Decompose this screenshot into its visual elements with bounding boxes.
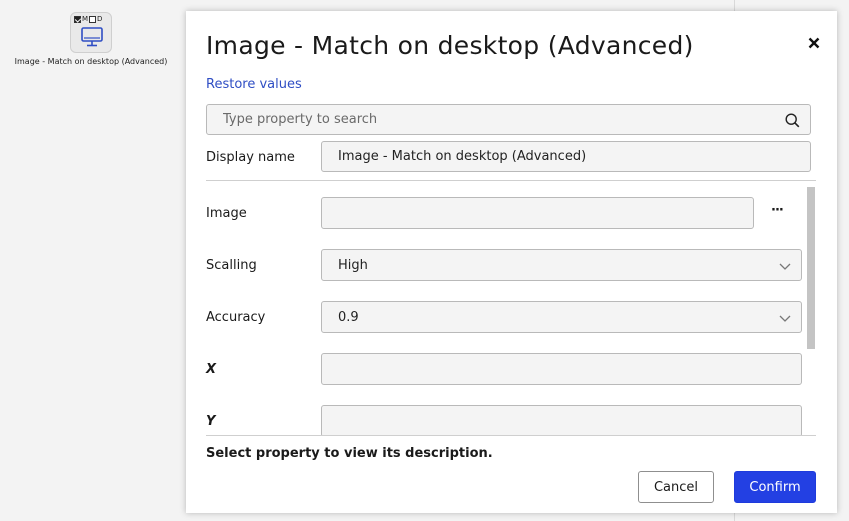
enabled-checkbox[interactable]: [74, 15, 81, 23]
flag-m-label: M: [82, 15, 89, 23]
display-name-field[interactable]: Image - Match on desktop (Advanced): [321, 141, 811, 172]
x-label: X: [206, 362, 217, 377]
node-flags: M D: [74, 15, 102, 23]
browse-image-button[interactable]: ···: [771, 203, 784, 218]
chevron-down-icon: [779, 260, 791, 275]
description-divider: [206, 435, 816, 436]
search-input[interactable]: [223, 112, 763, 127]
search-icon[interactable]: [785, 113, 800, 132]
close-icon: [808, 37, 820, 49]
scalling-label: Scalling: [206, 258, 257, 273]
display-name-value: Image - Match on desktop (Advanced): [338, 149, 587, 164]
display-name-label: Display name: [206, 150, 295, 165]
section-divider: [206, 180, 816, 181]
properties-scrollbar[interactable]: [806, 187, 816, 435]
y-label: Y: [206, 414, 216, 429]
property-search[interactable]: [206, 104, 811, 135]
image-field[interactable]: [321, 197, 754, 229]
chevron-down-icon: [779, 312, 791, 327]
flag-box[interactable]: [89, 15, 97, 23]
dialog-title: Image - Match on desktop (Advanced): [206, 31, 694, 60]
flag-d-label: D: [97, 15, 103, 23]
node-label: Image - Match on desktop (Advanced): [14, 57, 168, 66]
scalling-select[interactable]: High: [321, 249, 802, 281]
scrollbar-thumb[interactable]: [807, 187, 815, 349]
cancel-button[interactable]: Cancel: [638, 471, 714, 503]
accuracy-value: 0.9: [338, 309, 359, 325]
accuracy-select[interactable]: 0.9: [321, 301, 802, 333]
restore-values-link[interactable]: Restore values: [206, 77, 302, 92]
properties-dialog: Image - Match on desktop (Advanced) Rest…: [186, 11, 837, 513]
monitor-icon: [81, 27, 103, 51]
close-button[interactable]: [804, 33, 824, 53]
accuracy-label: Accuracy: [206, 310, 266, 325]
property-description: Select property to view its description.: [206, 446, 493, 461]
workflow-node[interactable]: M D: [70, 12, 112, 53]
y-field[interactable]: [321, 405, 802, 435]
properties-list[interactable]: Image ··· Scalling High Accuracy 0.9 X Y: [186, 187, 837, 435]
image-label: Image: [206, 206, 247, 221]
x-field[interactable]: [321, 353, 802, 385]
confirm-button[interactable]: Confirm: [734, 471, 816, 503]
scalling-value: High: [338, 257, 368, 273]
